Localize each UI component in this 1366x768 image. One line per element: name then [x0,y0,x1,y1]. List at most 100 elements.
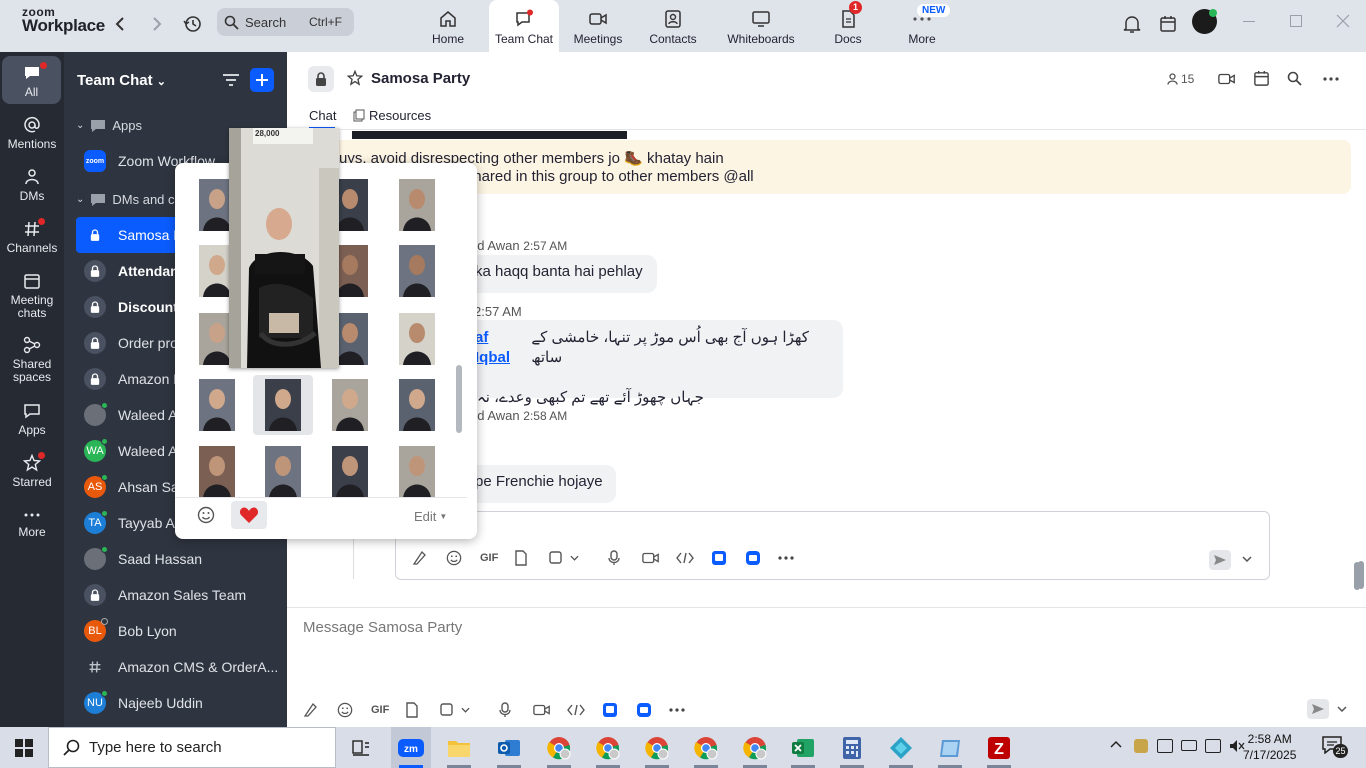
taskbar-search[interactable]: Type here to search [48,727,336,768]
back-arrow-icon[interactable] [108,12,132,36]
app-blue-icon[interactable] [602,701,618,719]
app-chat-icon[interactable] [745,549,761,567]
emoji-icon[interactable] [446,549,462,567]
sticker-thumbnail[interactable] [257,446,309,498]
rail-all[interactable]: All [2,56,61,104]
rail-more[interactable]: More [0,508,64,539]
rail-shared-spaces[interactable]: Shared spaces [0,336,64,384]
tab-resources[interactable]: Resources [353,108,431,123]
rail-apps[interactable]: Apps [0,402,64,437]
app-blue-icon[interactable] [711,549,727,567]
app-chat-icon[interactable] [636,701,652,719]
excel-icon[interactable] [789,734,817,762]
emoji-icon[interactable] [337,701,353,719]
history-icon[interactable] [181,12,205,36]
chrome-icon[interactable] [594,734,622,762]
sticker-thumbnail[interactable] [191,379,243,431]
chrome-icon[interactable] [643,734,671,762]
windows-start-icon[interactable] [15,739,33,757]
sticker-thumbnail[interactable] [391,446,443,498]
tab-whiteboards[interactable]: Whiteboards [718,0,804,52]
sticker-thumbnail[interactable] [391,313,443,365]
sticker-thumbnail[interactable] [324,446,376,498]
chrome-icon[interactable] [692,734,720,762]
reply-composer[interactable]: GIF [395,511,1270,580]
new-chat-button[interactable] [250,68,274,92]
chrome-icon[interactable] [545,734,573,762]
edit-button[interactable]: Edit ▼ [414,509,447,524]
picker-scrollbar[interactable] [456,365,462,433]
dms-section-header[interactable]: ⌄ DMs and ch [76,192,182,207]
gif-icon[interactable]: GIF [480,549,498,567]
tray-app-icon[interactable] [1134,739,1148,753]
forward-arrow-icon[interactable] [145,12,169,36]
calculator-icon[interactable] [838,734,866,762]
calendar-icon[interactable] [1253,70,1270,87]
user-avatar[interactable] [1192,9,1217,34]
chrome-icon[interactable] [741,734,769,762]
app-diamond-icon[interactable] [887,734,915,762]
screenshot-icon[interactable] [439,701,455,719]
emoji-tab-icon[interactable] [197,506,215,524]
battery-icon[interactable] [1181,740,1197,751]
tab-meetings[interactable]: Meetings [562,0,634,52]
tab-chat[interactable]: Chat [309,108,336,123]
sidebar-item[interactable]: NU Najeeb Uddin [76,685,281,721]
filter-icon[interactable] [222,72,240,88]
sidebar-item[interactable]: Amazon Sales Team [76,577,281,613]
gif-icon[interactable]: GIF [371,701,389,719]
rail-meeting-chats[interactable]: Meeting chats [0,272,64,320]
more-tools-icon[interactable] [778,549,794,567]
filezilla-icon[interactable]: Z [985,734,1013,762]
sticker-thumbnail[interactable] [391,179,443,231]
tray-display-icon[interactable] [1157,739,1173,753]
code-icon[interactable] [567,701,585,719]
close-icon[interactable] [1336,14,1350,28]
sidebar-item[interactable]: Saad Hassan [76,541,281,577]
outlook-icon[interactable] [495,734,523,762]
minimize-icon[interactable] [1243,21,1255,22]
composer-placeholder[interactable]: Message Samosa Party [303,619,462,636]
tray-chevron-up-icon[interactable] [1110,740,1122,748]
sticker-thumbnail[interactable] [391,379,443,431]
page-scrollbar[interactable] [1354,562,1360,590]
format-text-icon[interactable] [412,549,428,567]
more-options-icon[interactable] [1323,77,1339,81]
tab-docs[interactable]: Docs [812,0,884,52]
rail-starred[interactable]: Starred [0,452,64,489]
maximize-icon[interactable] [1290,15,1302,27]
video-message-icon[interactable] [642,549,660,567]
bell-icon[interactable] [1120,12,1144,36]
tab-contacts[interactable]: Contacts [637,0,709,52]
sticker-thumbnail[interactable] [191,446,243,498]
sticker-thumbnail[interactable] [324,379,376,431]
chevron-down-icon[interactable] [570,549,579,567]
task-view-icon[interactable] [347,734,375,762]
file-icon[interactable] [405,701,419,719]
sticker-thumbnail[interactable] [253,375,313,435]
sidebar-item[interactable]: BL Bob Lyon [76,613,281,649]
rail-dms[interactable]: DMs [0,168,64,203]
chevron-down-icon[interactable] [1337,706,1347,712]
members-button[interactable]: 15 [1167,72,1194,86]
sticker-thumbnail[interactable] [391,245,443,297]
tab-team-chat[interactable]: Team Chat [489,0,559,52]
channel-name[interactable]: Samosa Party [371,70,470,87]
format-text-icon[interactable] [303,701,319,719]
message-composer[interactable]: Message Samosa Party GIF [287,607,1366,727]
shared-image-bottom-edge[interactable] [352,131,627,139]
sidebar-item[interactable]: Amazon CMS & OrderA... [76,649,281,685]
code-icon[interactable] [676,549,694,567]
search-box[interactable]: Search Ctrl+F [217,8,354,36]
network-icon[interactable] [1205,739,1221,753]
favorites-heart-tab[interactable] [231,501,267,529]
app-tablet-icon[interactable] [936,734,964,762]
zoom-taskbar-icon[interactable]: zm [391,727,431,768]
rail-mentions[interactable]: Mentions [0,116,64,151]
apps-section-header[interactable]: ⌄ Apps [76,118,142,133]
video-message-icon[interactable] [533,701,551,719]
search-icon[interactable] [1287,71,1302,86]
rail-channels[interactable]: Channels [0,218,64,255]
star-icon[interactable] [347,70,363,86]
file-explorer-icon[interactable] [445,734,473,762]
